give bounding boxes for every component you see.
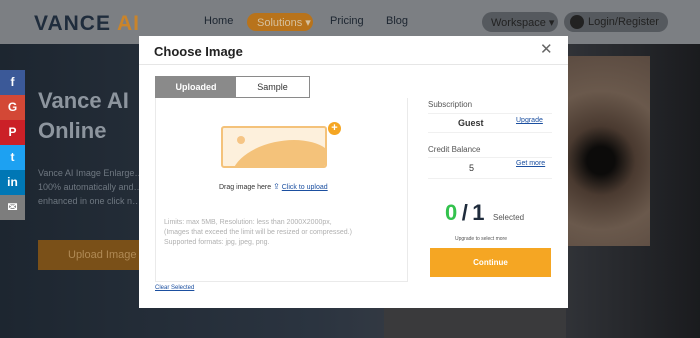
linkedin-icon[interactable]: in bbox=[0, 170, 25, 195]
clear-selected-link[interactable]: Clear Selected bbox=[155, 285, 194, 291]
get-more-link[interactable]: Get more bbox=[516, 160, 545, 167]
twitter-icon[interactable]: t bbox=[0, 145, 25, 170]
facebook-icon[interactable]: f bbox=[0, 70, 25, 95]
nav-pricing[interactable]: Pricing bbox=[330, 15, 364, 27]
user-icon bbox=[570, 15, 584, 29]
add-image-icon[interactable]: + bbox=[328, 122, 341, 135]
subscription-label: Subscription bbox=[428, 100, 473, 109]
image-source-tabs: Uploaded Sample bbox=[155, 76, 310, 98]
nav-solutions[interactable]: Solutions ▾ bbox=[247, 13, 313, 31]
hero-description: Vance AI Image Enlarge… 100% automatical… bbox=[38, 168, 144, 206]
upgrade-note: Upgrade to select more bbox=[455, 236, 507, 242]
count-separator: / bbox=[461, 200, 468, 225]
upload-limits-text: Limits: max 5MB, Resolution: less than 2… bbox=[164, 219, 352, 246]
nav-home[interactable]: Home bbox=[204, 15, 233, 27]
choose-image-modal: Choose Image ✕ Uploaded Sample + Drag im… bbox=[139, 36, 568, 308]
google-icon[interactable]: G bbox=[0, 95, 25, 120]
credit-balance-label: Credit Balance bbox=[428, 145, 481, 154]
workspace-dropdown[interactable]: Workspace ▾ bbox=[482, 12, 558, 32]
total-count: 1 bbox=[472, 200, 485, 225]
pinterest-icon[interactable]: P bbox=[0, 120, 25, 145]
subscription-value: Guest bbox=[458, 118, 484, 128]
hero-upload-button[interactable]: Upload Image bbox=[38, 240, 148, 270]
selection-counter: 0 / 1 Selected bbox=[445, 200, 524, 226]
image-dropzone[interactable]: + Drag image here ⇪ Click to upload Limi… bbox=[155, 98, 408, 282]
upgrade-link[interactable]: Upgrade bbox=[516, 117, 543, 124]
selected-count: 0 bbox=[445, 200, 458, 225]
modal-title: Choose Image bbox=[154, 44, 243, 59]
hero-photo bbox=[568, 56, 650, 246]
close-icon[interactable]: ✕ bbox=[540, 42, 553, 58]
credit-balance-value: 5 bbox=[469, 163, 475, 173]
click-to-upload-link[interactable]: Click to upload bbox=[282, 184, 328, 191]
hero-title: Vance AI Online bbox=[38, 88, 129, 143]
selected-label: Selected bbox=[492, 213, 525, 222]
image-placeholder-icon bbox=[221, 126, 327, 168]
tab-uploaded[interactable]: Uploaded bbox=[156, 77, 236, 97]
upload-icon: ⇪ bbox=[273, 182, 280, 191]
vance-ai-logo[interactable]: VANCE AI bbox=[34, 12, 140, 36]
nav-blog[interactable]: Blog bbox=[386, 15, 408, 27]
modal-divider bbox=[139, 64, 568, 65]
social-share-bar: f G P t in ✉ bbox=[0, 70, 25, 220]
tab-sample[interactable]: Sample bbox=[236, 77, 309, 97]
continue-button[interactable]: Continue bbox=[430, 248, 551, 277]
email-icon[interactable]: ✉ bbox=[0, 195, 25, 220]
drag-upload-text: Drag image here ⇪ Click to upload bbox=[219, 182, 328, 191]
